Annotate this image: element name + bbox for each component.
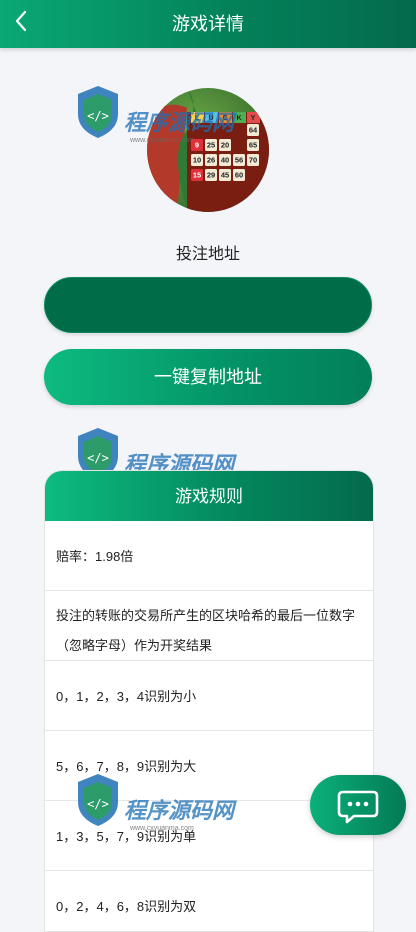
logo-number: 65 xyxy=(249,141,257,150)
address-label: 投注地址 xyxy=(175,246,240,263)
page-title: 游戏详情 xyxy=(172,14,244,34)
logo-letter: K xyxy=(236,115,241,122)
logo-number: 20 xyxy=(221,141,229,150)
app-header: 游戏详情 xyxy=(0,0,416,48)
logo-number: 45 xyxy=(221,171,229,180)
rule-item: 0，1，2，3，4识别为小 xyxy=(45,661,373,731)
rule-item: 赔率：1.98倍 xyxy=(45,521,373,591)
logo-letter: Y xyxy=(251,115,256,122)
logo-number: 25 xyxy=(207,141,215,150)
svg-text:</>: </> xyxy=(87,109,109,123)
rule-item: 0，2，4，6，8识别为双 xyxy=(45,871,373,931)
logo-number: 26 xyxy=(207,156,215,165)
logo-number: 10 xyxy=(193,156,201,165)
logo-letter: C xyxy=(222,115,227,122)
logo-number: 9 xyxy=(195,141,199,150)
logo-number: 70 xyxy=(249,156,257,165)
game-logo: L U C K Y 64 65 9 25 20 10 26 40 56 70 15 29 45 60 xyxy=(147,88,269,212)
logo-number: 64 xyxy=(249,126,258,135)
logo-letter: L xyxy=(195,115,200,122)
logo-number: 56 xyxy=(235,156,243,165)
rules-title: 游戏规则 xyxy=(45,471,373,521)
logo-number: 60 xyxy=(235,171,243,180)
customer-service-button[interactable] xyxy=(310,775,406,835)
chat-bubble-icon xyxy=(337,790,379,824)
copy-address-button[interactable]: 一键复制地址 xyxy=(44,349,372,405)
logo-number: 15 xyxy=(193,171,201,180)
logo-number: 40 xyxy=(221,156,229,165)
svg-text:</>: </> xyxy=(87,451,109,465)
rule-item: 投注的转账的交易所产生的区块哈希的最后一位数字（忽略字母）作为开奖结果 xyxy=(45,591,373,661)
logo-letter: U xyxy=(208,115,213,122)
game-rules-card: 游戏规则 赔率：1.98倍 投注的转账的交易所产生的区块哈希的最后一位数字（忽略… xyxy=(44,470,374,932)
address-display[interactable] xyxy=(44,277,372,333)
logo-number: 29 xyxy=(207,171,215,180)
